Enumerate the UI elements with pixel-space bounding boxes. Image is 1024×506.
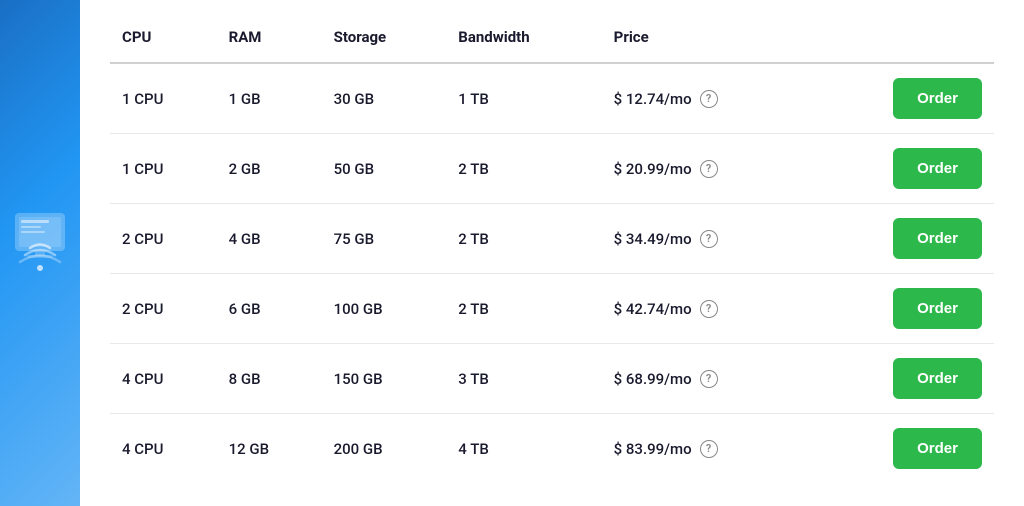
cell-storage: 30 GB	[322, 63, 447, 134]
cell-price: $ 34.49/mo?	[602, 204, 810, 274]
cell-cpu: 1 CPU	[110, 63, 217, 134]
cell-ram: 2 GB	[217, 134, 322, 204]
cell-storage: 150 GB	[322, 344, 447, 414]
cell-price: $ 42.74/mo?	[602, 274, 810, 344]
cell-bandwidth: 4 TB	[446, 414, 601, 484]
price-value: $ 20.99/mo	[614, 160, 692, 178]
order-button-3[interactable]: Order	[893, 218, 982, 259]
cell-cpu: 4 CPU	[110, 344, 217, 414]
cell-price: $ 83.99/mo?	[602, 414, 810, 484]
cell-price: $ 20.99/mo?	[602, 134, 810, 204]
table-row: 4 CPU12 GB200 GB4 TB$ 83.99/mo?Order	[110, 414, 994, 484]
cell-order: Order	[810, 134, 994, 204]
table-row: 2 CPU6 GB100 GB2 TB$ 42.74/mo?Order	[110, 274, 994, 344]
price-value: $ 68.99/mo	[614, 370, 692, 388]
table-row: 2 CPU4 GB75 GB2 TB$ 34.49/mo?Order	[110, 204, 994, 274]
price-value: $ 83.99/mo	[614, 440, 692, 458]
cell-storage: 75 GB	[322, 204, 447, 274]
cell-bandwidth: 2 TB	[446, 134, 601, 204]
table-row: 4 CPU8 GB150 GB3 TB$ 68.99/mo?Order	[110, 344, 994, 414]
cell-ram: 8 GB	[217, 344, 322, 414]
cell-storage: 100 GB	[322, 274, 447, 344]
main-content: CPU RAM Storage Bandwidth Price 1 CPU1 G…	[80, 0, 1024, 506]
header-storage: Storage	[322, 20, 447, 63]
help-icon[interactable]: ?	[700, 230, 718, 248]
cell-cpu: 2 CPU	[110, 274, 217, 344]
cell-storage: 200 GB	[322, 414, 447, 484]
order-button-4[interactable]: Order	[893, 288, 982, 329]
cell-bandwidth: 2 TB	[446, 274, 601, 344]
price-value: $ 12.74/mo	[614, 90, 692, 108]
cell-order: Order	[810, 274, 994, 344]
cell-order: Order	[810, 344, 994, 414]
pricing-table: CPU RAM Storage Bandwidth Price 1 CPU1 G…	[110, 20, 994, 483]
cell-cpu: 1 CPU	[110, 134, 217, 204]
help-icon[interactable]: ?	[700, 90, 718, 108]
help-icon[interactable]: ?	[700, 370, 718, 388]
cell-order: Order	[810, 204, 994, 274]
order-button-1[interactable]: Order	[893, 78, 982, 119]
cell-ram: 6 GB	[217, 274, 322, 344]
cell-storage: 50 GB	[322, 134, 447, 204]
cell-ram: 1 GB	[217, 63, 322, 134]
header-price: Price	[602, 20, 810, 63]
header-action	[810, 20, 994, 63]
cell-price: $ 12.74/mo?	[602, 63, 810, 134]
cell-bandwidth: 3 TB	[446, 344, 601, 414]
cell-bandwidth: 1 TB	[446, 63, 601, 134]
order-button-6[interactable]: Order	[893, 428, 982, 469]
cell-ram: 12 GB	[217, 414, 322, 484]
cell-order: Order	[810, 63, 994, 134]
cell-ram: 4 GB	[217, 204, 322, 274]
sidebar	[0, 0, 80, 506]
help-icon[interactable]: ?	[700, 300, 718, 318]
order-button-2[interactable]: Order	[893, 148, 982, 189]
cell-order: Order	[810, 414, 994, 484]
price-value: $ 34.49/mo	[614, 230, 692, 248]
cell-cpu: 4 CPU	[110, 414, 217, 484]
cell-bandwidth: 2 TB	[446, 204, 601, 274]
header-bandwidth: Bandwidth	[446, 20, 601, 63]
help-icon[interactable]: ?	[700, 440, 718, 458]
order-button-5[interactable]: Order	[893, 358, 982, 399]
header-ram: RAM	[217, 20, 322, 63]
table-row: 1 CPU2 GB50 GB2 TB$ 20.99/mo?Order	[110, 134, 994, 204]
cell-cpu: 2 CPU	[110, 204, 217, 274]
help-icon[interactable]: ?	[700, 160, 718, 178]
price-value: $ 42.74/mo	[614, 300, 692, 318]
cell-price: $ 68.99/mo?	[602, 344, 810, 414]
sidebar-illustration	[5, 193, 75, 313]
header-cpu: CPU	[110, 20, 217, 63]
table-row: 1 CPU1 GB30 GB1 TB$ 12.74/mo?Order	[110, 63, 994, 134]
